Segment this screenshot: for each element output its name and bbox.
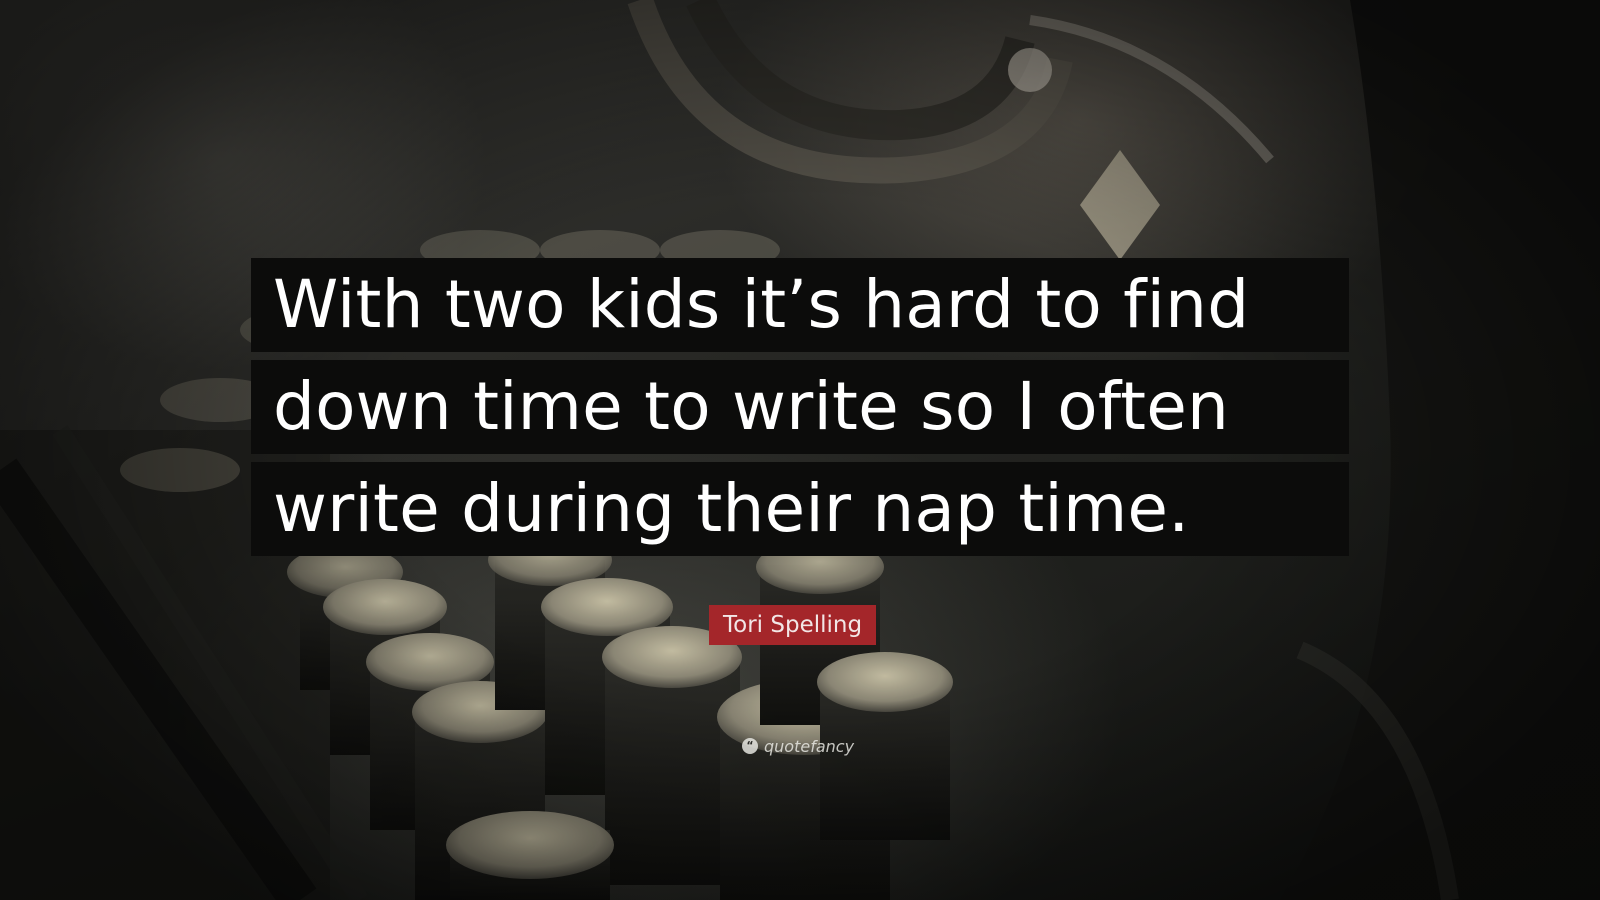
watermark-text: quotefancy bbox=[764, 736, 855, 756]
quote-card: With two kids it’s hard to find down tim… bbox=[0, 0, 1600, 900]
quote-line-3: write during their nap time. bbox=[251, 462, 1349, 556]
quote-line-2: down time to write so I often bbox=[251, 360, 1349, 454]
author-badge[interactable]: Tori Spelling bbox=[709, 605, 877, 645]
quotefancy-watermark: “ quotefancy bbox=[742, 734, 854, 758]
quote-line-1: With two kids it’s hard to find bbox=[251, 258, 1349, 352]
author-name: Tori Spelling bbox=[723, 612, 863, 638]
quote-marks-icon: “ bbox=[742, 738, 758, 754]
quote-text-block: With two kids it’s hard to find down tim… bbox=[251, 258, 1349, 564]
